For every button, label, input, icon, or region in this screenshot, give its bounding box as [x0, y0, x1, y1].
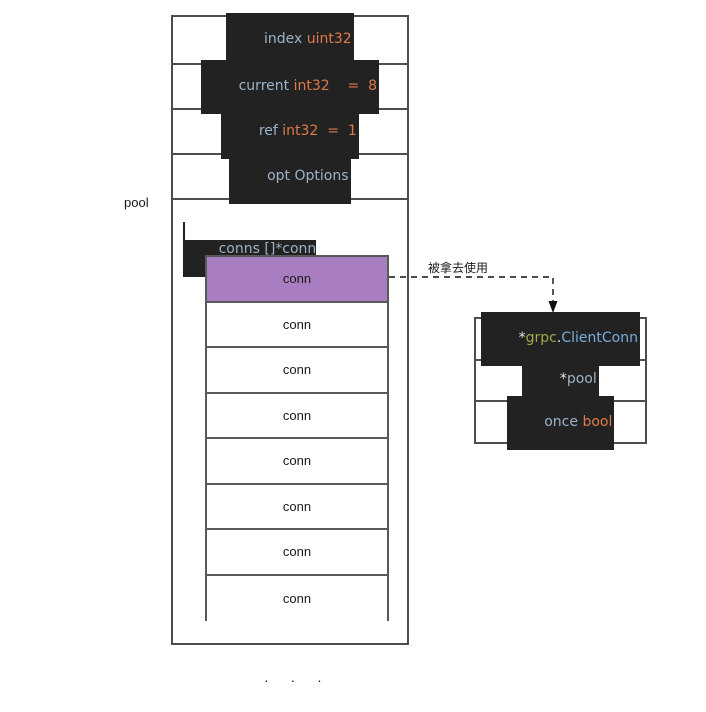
- ref-type: int32: [282, 122, 319, 139]
- list-item[interactable]: conn: [207, 393, 387, 439]
- index-type: uint32: [306, 31, 352, 47]
- clientconn-struct-box: *grpc.ClientConn *pool once bool: [474, 311, 647, 450]
- pool-struct-box: index uint32 current int32 = 8 ref int32…: [171, 13, 409, 645]
- list-item[interactable]: conn: [207, 302, 387, 348]
- star-punct: *: [518, 329, 526, 346]
- current-ident: current: [238, 77, 294, 94]
- list-item[interactable]: conn: [207, 484, 387, 530]
- diagram-canvas: pool index uint32 current int32 = 8 ref …: [0, 0, 706, 712]
- index-field-row: index uint32: [173, 13, 407, 67]
- once-bool-code: once bool: [506, 395, 615, 450]
- bool-type: bool: [582, 413, 613, 430]
- list-item[interactable]: conn: [207, 530, 387, 576]
- list-item[interactable]: conn: [207, 439, 387, 485]
- ellipsis-dots: · · ·: [264, 672, 331, 688]
- ref-field-row: ref int32 = 1: [173, 104, 407, 159]
- pool-ident: pool: [566, 371, 597, 388]
- pool-label: pool: [124, 195, 149, 210]
- grpc-package: grpc: [525, 329, 557, 346]
- once-bool-field-row: once bool: [476, 395, 645, 450]
- once-ident: once: [544, 413, 583, 430]
- star-punct: *: [559, 371, 567, 388]
- current-type: int32: [293, 77, 330, 94]
- opt-field-row: opt Options: [173, 149, 407, 204]
- list-item[interactable]: conn: [207, 257, 387, 303]
- current-value: = 8: [329, 77, 377, 94]
- ref-value: = 1: [318, 122, 357, 139]
- connector-label: 被拿去使用: [428, 261, 489, 275]
- opt-field-code: opt Options: [229, 149, 351, 204]
- conns-slice-list: conn conn conn conn conn conn conn conn: [205, 255, 389, 621]
- current-field-row: current int32 = 8: [173, 59, 407, 114]
- opt-ident: opt Options: [267, 167, 349, 184]
- index-ident: index: [263, 31, 307, 47]
- ref-ident: ref: [258, 122, 283, 139]
- list-item[interactable]: conn: [207, 575, 387, 621]
- list-item[interactable]: conn: [207, 348, 387, 394]
- clientconn-class: ClientConn: [561, 329, 638, 346]
